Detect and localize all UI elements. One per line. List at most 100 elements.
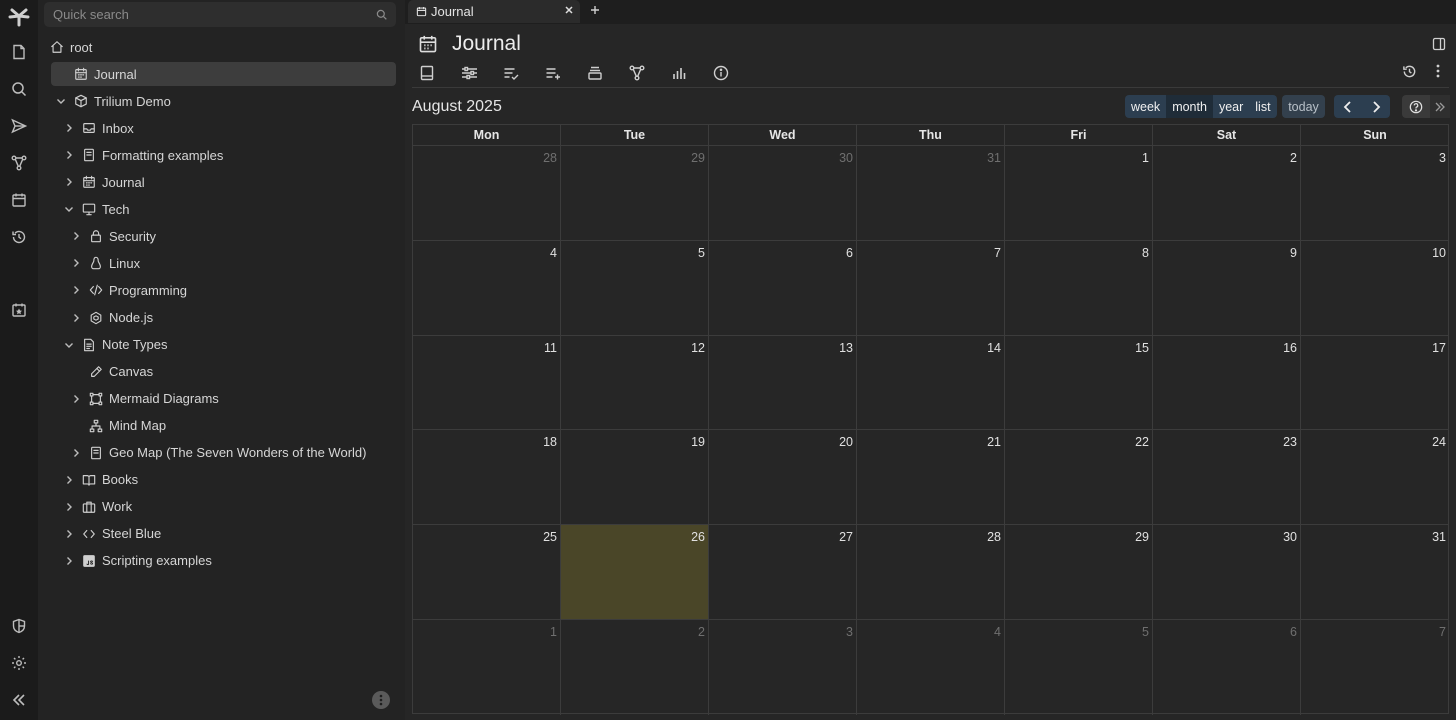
day-number[interactable]: 27 — [839, 530, 853, 544]
app-logo-icon[interactable] — [7, 5, 31, 29]
day-number[interactable]: 5 — [1142, 625, 1149, 639]
day-number[interactable]: 25 — [543, 530, 557, 544]
day-number[interactable]: 6 — [1290, 625, 1297, 639]
day-number[interactable]: 19 — [691, 435, 705, 449]
day-cell[interactable]: 31 — [1301, 525, 1449, 620]
tree-item-mermaid-diagrams[interactable]: Mermaid Diagrams — [70, 387, 219, 411]
day-number[interactable]: 11 — [544, 341, 557, 355]
day-cell[interactable]: 29 — [561, 146, 709, 241]
note-map-icon[interactable] — [7, 151, 31, 175]
tab-journal[interactable]: Journal — [408, 0, 580, 23]
tree-item-linux[interactable]: Linux — [70, 251, 140, 275]
protected-session-icon[interactable] — [7, 614, 31, 638]
calendar-icon[interactable] — [418, 34, 438, 54]
history-icon[interactable] — [7, 225, 31, 249]
day-number[interactable]: 21 — [987, 435, 1001, 449]
day-cell[interactable]: 27 — [709, 525, 857, 620]
day-cell[interactable]: 1 — [413, 620, 561, 715]
tree-item-note-types[interactable]: Note Types — [63, 333, 168, 357]
chevron-right-icon[interactable] — [70, 447, 82, 459]
chevron-right-icon[interactable] — [63, 149, 75, 161]
tree-item-journal[interactable]: Journal — [51, 62, 396, 87]
tree-item-books[interactable]: Books — [63, 468, 138, 492]
day-number[interactable]: 10 — [1432, 246, 1446, 260]
day-cell[interactable]: 28 — [413, 146, 561, 241]
tree-item-mind-map[interactable]: Mind Map — [70, 414, 166, 438]
day-cell[interactable]: 30 — [1153, 525, 1301, 620]
similar-notes-icon[interactable] — [586, 64, 604, 82]
today-note-icon[interactable] — [7, 298, 31, 322]
info-icon[interactable] — [712, 64, 730, 82]
tree-item-programming[interactable]: Programming — [70, 278, 187, 302]
promoted-attributes-icon[interactable] — [502, 64, 520, 82]
day-number[interactable]: 6 — [846, 246, 853, 260]
settings-gear-icon[interactable] — [7, 651, 31, 675]
tree-item-steel-blue[interactable]: Steel Blue — [63, 522, 161, 546]
day-cell[interactable]: 3 — [1301, 146, 1449, 241]
day-number[interactable]: 31 — [1432, 530, 1446, 544]
day-cell[interactable]: 1 — [1005, 146, 1153, 241]
day-cell[interactable]: 5 — [1005, 620, 1153, 715]
next-month-button[interactable] — [1362, 95, 1390, 118]
day-cell[interactable]: 5 — [561, 240, 709, 336]
day-cell[interactable]: 10 — [1301, 241, 1449, 336]
day-number[interactable]: 12 — [691, 341, 705, 355]
day-cell[interactable]: 4 — [413, 240, 561, 336]
day-number[interactable]: 4 — [994, 625, 1001, 639]
day-number[interactable]: 5 — [698, 246, 705, 260]
day-cell[interactable]: 19 — [561, 430, 709, 526]
chevron-right-icon[interactable] — [70, 230, 82, 242]
day-number[interactable]: 8 — [1142, 246, 1149, 260]
new-tab-icon[interactable] — [588, 3, 602, 17]
day-cell[interactable]: 14 — [857, 335, 1005, 431]
day-number[interactable]: 29 — [691, 151, 705, 165]
day-number[interactable]: 31 — [987, 151, 1001, 165]
tree-item-work[interactable]: Work — [63, 495, 132, 519]
add-list-icon[interactable] — [544, 64, 562, 82]
day-cell[interactable]: 15 — [1005, 335, 1153, 431]
day-number[interactable]: 3 — [1439, 151, 1446, 165]
day-cell[interactable]: 12 — [561, 335, 709, 431]
day-cell[interactable]: 7 — [1301, 620, 1449, 715]
chevron-down-icon[interactable] — [63, 203, 75, 215]
tree-item-journal[interactable]: Journal — [63, 170, 145, 194]
day-number[interactable]: 23 — [1283, 435, 1297, 449]
tree-item-geo-map-the-seven-wonders-of-the-world[interactable]: Geo Map (The Seven Wonders of the World) — [70, 441, 366, 465]
day-number[interactable]: 2 — [698, 625, 705, 639]
day-number[interactable]: 29 — [1135, 530, 1149, 544]
chevron-right-icon[interactable] — [63, 122, 75, 134]
calendar-icon[interactable] — [7, 188, 31, 212]
day-cell[interactable]: 6 — [1153, 620, 1301, 715]
day-cell[interactable]: 21 — [857, 430, 1005, 526]
tree-item-trilium-demo[interactable]: Trilium Demo — [55, 89, 171, 113]
chevron-right-icon[interactable] — [63, 176, 75, 188]
day-cell[interactable]: 25 — [413, 525, 561, 620]
day-number[interactable]: 2 — [1290, 151, 1297, 165]
day-number[interactable]: 7 — [1439, 625, 1446, 639]
new-note-icon[interactable] — [7, 40, 31, 64]
day-cell[interactable]: 24 — [1301, 430, 1449, 526]
day-number[interactable]: 3 — [846, 625, 853, 639]
day-number[interactable]: 28 — [987, 530, 1001, 544]
view-year-button[interactable]: year — [1212, 95, 1250, 118]
day-cell[interactable]: 23 — [1153, 430, 1301, 526]
day-number[interactable]: 4 — [550, 246, 557, 260]
day-cell[interactable]: 3 — [709, 620, 857, 715]
tree-item-inbox[interactable]: Inbox — [63, 116, 134, 140]
day-cell[interactable]: 31 — [857, 146, 1005, 241]
send-icon[interactable] — [7, 114, 31, 138]
close-icon[interactable] — [564, 5, 574, 15]
day-number[interactable]: 1 — [1142, 151, 1149, 165]
day-number[interactable]: 28 — [543, 151, 557, 165]
day-number[interactable]: 24 — [1432, 435, 1446, 449]
help-icon[interactable] — [1402, 95, 1430, 118]
day-cell[interactable]: 2 — [561, 620, 709, 715]
chevron-down-icon[interactable] — [55, 95, 67, 107]
toggle-right-pane-icon[interactable] — [1432, 37, 1446, 51]
chevron-right-icon[interactable] — [63, 528, 75, 540]
day-number[interactable]: 30 — [839, 151, 853, 165]
note-map-icon[interactable] — [628, 64, 646, 82]
day-number[interactable]: 17 — [1432, 341, 1446, 355]
book-properties-icon[interactable] — [418, 64, 436, 82]
chevron-right-icon[interactable] — [63, 555, 75, 567]
